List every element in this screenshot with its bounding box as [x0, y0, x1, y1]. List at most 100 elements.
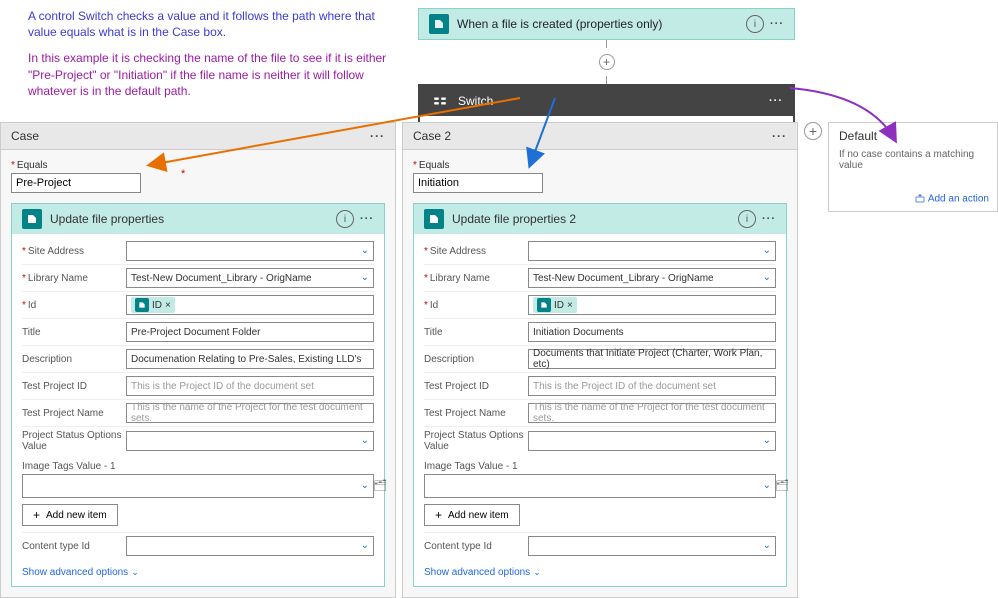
- trigger-title: When a file is created (properties only): [457, 17, 746, 31]
- connector-line: [606, 40, 607, 48]
- action-header[interactable]: Update file properties i ···: [12, 204, 384, 234]
- field-label: Project Status Options Value: [424, 430, 528, 452]
- more-icon[interactable]: ···: [370, 129, 385, 143]
- default-case: Default If no case contains a matching v…: [828, 122, 998, 212]
- field-label: *Site Address: [22, 246, 126, 257]
- title-input[interactable]: Pre-Project Document Folder: [126, 322, 374, 342]
- test-project-id-input[interactable]: This is the Project ID of the document s…: [528, 376, 776, 396]
- sharepoint-icon: [537, 298, 551, 312]
- update-file-properties-card: Update file properties i ··· *Site Addre…: [11, 203, 385, 587]
- field-label: Test Project ID: [424, 381, 528, 392]
- more-icon[interactable]: ···: [762, 213, 776, 225]
- sharepoint-icon: [135, 298, 149, 312]
- default-msg: If no case contains a matching value: [839, 149, 987, 171]
- annotation-p1: A control Switch checks a value and it f…: [28, 8, 398, 40]
- field-label: Content type Id: [22, 541, 126, 552]
- field-label: Test Project Name: [424, 408, 528, 419]
- picker-icon[interactable]: 🗂: [775, 479, 789, 492]
- field-label: Description: [424, 354, 528, 365]
- more-icon[interactable]: ···: [769, 95, 783, 107]
- chevron-down-icon: ⌄: [533, 567, 541, 577]
- help-icon[interactable]: i: [746, 15, 764, 33]
- show-advanced-link[interactable]: Show advanced options⌄: [22, 567, 374, 578]
- action-header[interactable]: Update file properties 2 i ···: [414, 204, 786, 234]
- equals-input[interactable]: [11, 173, 141, 193]
- chevron-down-icon[interactable]: ⌄: [361, 540, 369, 551]
- switch-title: Switch: [458, 94, 769, 108]
- library-name-input[interactable]: Test-New Document_Library - OrigName⌄: [528, 268, 776, 288]
- status-input[interactable]: ⌄: [126, 431, 374, 451]
- chevron-down-icon[interactable]: ⌄: [763, 435, 771, 446]
- equals-input[interactable]: [413, 173, 543, 193]
- status-input[interactable]: ⌄: [528, 431, 776, 451]
- more-icon[interactable]: ···: [770, 18, 784, 30]
- add-new-item-button[interactable]: +Add new item: [22, 504, 118, 526]
- add-action-icon: [914, 193, 926, 205]
- add-action-link[interactable]: Add an action: [914, 193, 989, 205]
- field-label: *Site Address: [424, 246, 528, 257]
- equals-label: *Equals: [11, 160, 385, 171]
- show-advanced-link[interactable]: Show advanced options⌄: [424, 567, 776, 578]
- content-type-input[interactable]: ⌄: [126, 536, 374, 556]
- description-input[interactable]: Documenation Relating to Pre-Sales, Exis…: [126, 349, 374, 369]
- field-label: *Id: [22, 300, 126, 311]
- field-label: Content type Id: [424, 541, 528, 552]
- chevron-down-icon[interactable]: ⌄: [763, 540, 771, 551]
- id-input[interactable]: ID×: [528, 295, 776, 315]
- test-project-id-input[interactable]: This is the Project ID of the document s…: [126, 376, 374, 396]
- add-case-button[interactable]: +: [804, 122, 822, 140]
- chevron-down-icon[interactable]: ⌄: [361, 480, 369, 491]
- field-label: Description: [22, 354, 126, 365]
- sharepoint-icon: [424, 209, 444, 229]
- description-input[interactable]: Documents that Initiate Project (Charter…: [528, 349, 776, 369]
- chevron-down-icon[interactable]: ⌄: [361, 272, 369, 283]
- field-label: *Id: [424, 300, 528, 311]
- more-icon[interactable]: ···: [360, 213, 374, 225]
- chevron-down-icon: ⌄: [131, 567, 139, 577]
- picker-icon[interactable]: 🗂: [373, 479, 387, 492]
- connector-line: [606, 76, 607, 84]
- image-tags-input[interactable]: ⌄🗂: [22, 474, 374, 498]
- annotation-text: A control Switch checks a value and it f…: [28, 8, 398, 109]
- site-address-input[interactable]: ⌄: [528, 241, 776, 261]
- update-file-properties-2-card: Update file properties 2 i ··· *Site Add…: [413, 203, 787, 587]
- id-input[interactable]: ID×: [126, 295, 374, 315]
- chevron-down-icon[interactable]: ⌄: [361, 435, 369, 446]
- help-icon[interactable]: i: [336, 210, 354, 228]
- field-label: Title: [424, 327, 528, 338]
- help-icon[interactable]: i: [738, 210, 756, 228]
- required-marker: *: [181, 168, 185, 180]
- chevron-down-icon[interactable]: ⌄: [763, 245, 771, 256]
- field-label: Test Project Name: [22, 408, 126, 419]
- switch-icon: [430, 91, 450, 111]
- add-new-item-button[interactable]: +Add new item: [424, 504, 520, 526]
- title-input[interactable]: Initiation Documents: [528, 322, 776, 342]
- case-header[interactable]: Case ···: [1, 123, 395, 150]
- chevron-down-icon[interactable]: ⌄: [763, 480, 771, 491]
- action-title: Update file properties: [50, 212, 336, 226]
- case-header[interactable]: Case 2 ···: [403, 123, 797, 150]
- sharepoint-icon: [429, 14, 449, 34]
- equals-label: *Equals: [413, 160, 787, 171]
- image-tags-input[interactable]: ⌄🗂: [424, 474, 776, 498]
- library-name-input[interactable]: Test-New Document_Library - OrigName⌄: [126, 268, 374, 288]
- remove-token-icon[interactable]: ×: [567, 300, 573, 311]
- content-type-input[interactable]: ⌄: [528, 536, 776, 556]
- case-title: Case: [11, 129, 39, 143]
- field-label: Image Tags Value - 1: [424, 461, 776, 472]
- field-label: Project Status Options Value: [22, 430, 126, 452]
- chevron-down-icon[interactable]: ⌄: [763, 272, 771, 283]
- field-label: *Library Name: [22, 273, 126, 284]
- chevron-down-icon[interactable]: ⌄: [361, 245, 369, 256]
- case-title: Case 2: [413, 129, 451, 143]
- site-address-input[interactable]: ⌄: [126, 241, 374, 261]
- field-label: *Library Name: [424, 273, 528, 284]
- add-step-button[interactable]: +: [599, 54, 615, 70]
- case-2: Case 2 ··· *Equals Update file propertie…: [402, 122, 798, 598]
- remove-token-icon[interactable]: ×: [165, 300, 171, 311]
- action-title: Update file properties 2: [452, 212, 738, 226]
- test-project-name-input[interactable]: This is the name of the Project for the …: [126, 403, 374, 423]
- trigger-card[interactable]: When a file is created (properties only)…: [418, 8, 795, 40]
- test-project-name-input[interactable]: This is the name of the Project for the …: [528, 403, 776, 423]
- more-icon[interactable]: ···: [772, 129, 787, 143]
